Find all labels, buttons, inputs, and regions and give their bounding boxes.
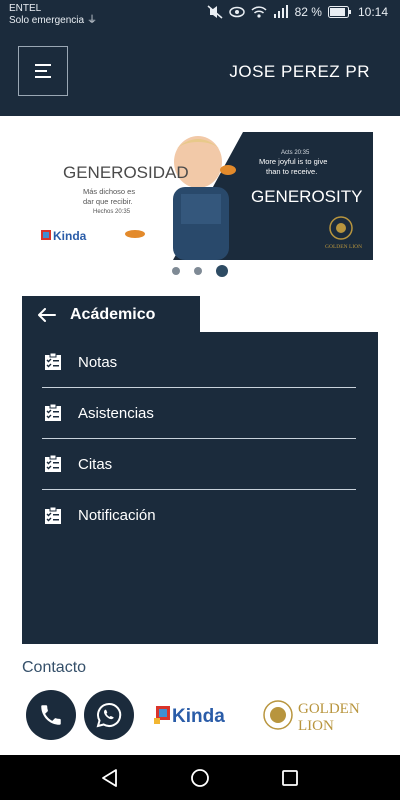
carousel-dot-3[interactable] bbox=[216, 265, 228, 277]
svg-text:GOLDEN: GOLDEN bbox=[298, 701, 360, 717]
golden-lion-logo[interactable]: GOLDEN LION bbox=[262, 694, 378, 736]
banner-right-text-1: More joyful is to give bbox=[259, 157, 327, 166]
checklist-icon bbox=[45, 353, 61, 370]
banner-image: GENEROSIDAD Más dichoso es dar que recib… bbox=[23, 132, 373, 260]
app-header: JOSE PEREZ PR bbox=[0, 28, 400, 116]
kinda-logo[interactable]: Kinda bbox=[154, 698, 242, 734]
battery-icon bbox=[327, 6, 351, 18]
hamburger-menu-icon bbox=[35, 64, 51, 78]
whatsapp-button[interactable] bbox=[84, 690, 134, 740]
svg-text:LION: LION bbox=[298, 718, 334, 734]
carrier-info: ENTEL Solo emergencia ⏚ bbox=[9, 3, 97, 27]
eye-icon bbox=[228, 6, 245, 18]
menu-item-label: Citas bbox=[78, 455, 113, 473]
carrier-name: ENTEL bbox=[9, 3, 42, 14]
svg-text:Kinda: Kinda bbox=[172, 706, 225, 727]
menu-item-label: Notificación bbox=[78, 507, 156, 524]
menu-item-label: Notas bbox=[78, 353, 118, 371]
academic-panel: Notas Asistencias Citas Notificación bbox=[22, 332, 378, 644]
contact-row: Kinda GOLDEN LION bbox=[0, 688, 400, 742]
clock: 10:14 bbox=[357, 5, 388, 19]
back-arrow-icon[interactable] bbox=[38, 308, 56, 322]
menu-item-citas[interactable]: Citas bbox=[42, 439, 356, 490]
banner-left-ref: Hechos 20:35 bbox=[93, 209, 131, 215]
academic-header[interactable]: Acádemico bbox=[22, 296, 200, 334]
user-name: JOSE PEREZ PR bbox=[229, 62, 370, 81]
menu-item-notas[interactable]: Notas bbox=[42, 337, 356, 388]
carrier-status: Solo emergencia bbox=[9, 15, 85, 26]
phone-button[interactable] bbox=[26, 690, 76, 740]
checklist-icon bbox=[45, 404, 61, 421]
banner-right-ref: Acts 20:35 bbox=[281, 150, 310, 156]
academic-menu: Notas Asistencias Citas Notificación bbox=[42, 337, 356, 541]
usb-icon: ⏚ bbox=[87, 15, 98, 26]
banner-right-title: GENEROSITY bbox=[251, 187, 362, 206]
academic-title: Acádemico bbox=[70, 306, 156, 323]
menu-item-asistencias[interactable]: Asistencias bbox=[42, 388, 356, 439]
banner-left-text-1: Más dichoso es bbox=[83, 187, 135, 196]
nav-recents-icon[interactable] bbox=[279, 767, 301, 789]
signal-icon bbox=[273, 5, 288, 18]
carousel-dot-2[interactable] bbox=[194, 267, 202, 275]
banner-carousel[interactable]: GENEROSIDAD Más dichoso es dar que recib… bbox=[23, 132, 373, 260]
checklist-icon bbox=[45, 506, 61, 524]
svg-text:GOLDEN LION: GOLDEN LION bbox=[325, 244, 362, 250]
phone-icon bbox=[41, 705, 61, 725]
nav-back-icon[interactable] bbox=[99, 767, 121, 789]
status-bar: ENTEL Solo emergencia ⏚ 82 % 10:14 bbox=[0, 0, 400, 28]
contact-title: Contacto bbox=[22, 659, 87, 676]
whatsapp-icon bbox=[96, 702, 122, 728]
battery-percent: 82 % bbox=[294, 5, 322, 19]
menu-button[interactable] bbox=[18, 46, 68, 96]
nav-home-icon[interactable] bbox=[189, 767, 211, 789]
status-icons: 82 % 10:14 bbox=[207, 5, 388, 19]
menu-item-label: Asistencias bbox=[78, 404, 154, 422]
system-nav-bar bbox=[0, 755, 400, 800]
checklist-icon bbox=[45, 455, 61, 472]
carousel-dot-1[interactable] bbox=[172, 267, 180, 275]
carousel-indicator bbox=[0, 264, 400, 278]
banner-right-text-2: than to receive. bbox=[266, 167, 317, 176]
mute-icon bbox=[207, 5, 223, 19]
menu-item-notificacion[interactable]: Notificación bbox=[42, 490, 356, 541]
svg-text:Kinda: Kinda bbox=[53, 229, 87, 243]
wifi-icon bbox=[251, 6, 267, 18]
banner-left-title: GENEROSIDAD bbox=[63, 163, 189, 182]
banner-left-text-2: dar que recibir. bbox=[83, 197, 133, 206]
